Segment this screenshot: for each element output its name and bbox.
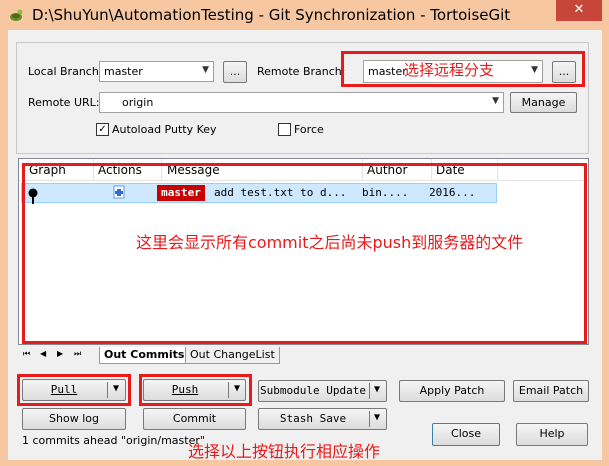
force-checkbox[interactable]	[278, 123, 291, 136]
autoload-putty-checkbox[interactable]: ✓	[96, 123, 109, 136]
chevron-down-icon[interactable]: ▼	[374, 412, 380, 423]
local-branch-label: Local Branch:	[28, 65, 103, 78]
dialog-client: Local Branch: master ▼ ... Remote Branch…	[8, 30, 602, 461]
remote-branch-label: Remote Branch:	[257, 65, 346, 78]
email-patch-button[interactable]: Email Patch	[513, 380, 589, 402]
chevron-down-icon: ▼	[492, 96, 499, 106]
local-branch-value: master	[104, 65, 143, 78]
chevron-down-icon: ▼	[202, 65, 209, 75]
push-highlight	[139, 374, 252, 406]
stash-save-button[interactable]: Stash Save ▼	[258, 408, 387, 430]
previous-tab-icon[interactable]: ◀	[40, 349, 46, 358]
tortoisegit-icon	[8, 7, 24, 23]
chevron-down-icon[interactable]: ▼	[374, 384, 380, 395]
submodule-update-button[interactable]: Submodule Update ▼	[258, 380, 387, 402]
commit-list-highlight	[22, 163, 587, 344]
close-icon: ✕	[573, 2, 585, 17]
window-title: D:\ShuYun\AutomationTesting - Git Synchr…	[32, 6, 511, 24]
remote-branch-annotation: 选择远程分支	[404, 61, 495, 79]
buttons-annotation: 选择以上按钮执行相应操作	[188, 442, 381, 461]
title-bar: D:\ShuYun\AutomationTesting - Git Synchr…	[0, 0, 609, 30]
window-close-button[interactable]: ✕	[556, 0, 602, 21]
app-window: D:\ShuYun\AutomationTesting - Git Synchr…	[0, 0, 609, 466]
local-branch-browse-button[interactable]: ...	[223, 61, 247, 83]
show-log-button[interactable]: Show log	[22, 408, 126, 430]
remote-url-label: Remote URL:	[28, 96, 100, 109]
apply-patch-button[interactable]: Apply Patch	[399, 380, 505, 402]
manage-button[interactable]: Manage	[510, 92, 577, 113]
remote-url-select[interactable]: origin ▼	[99, 92, 504, 113]
commit-button[interactable]: Commit	[143, 408, 246, 430]
remote-url-value: origin	[122, 96, 154, 109]
pull-highlight	[17, 374, 131, 406]
local-branch-select[interactable]: master ▼	[99, 61, 214, 82]
status-text: 1 commits ahead "origin/master"	[22, 434, 205, 447]
commit-tabs: ⏮ ◀ ▶ ⏭ Out Commits Out ChangeList	[20, 347, 590, 365]
close-button[interactable]: Close	[432, 423, 500, 446]
commit-list-annotation: 这里会显示所有commit之后尚未push到服务器的文件	[136, 233, 524, 252]
tab-out-changelist[interactable]: Out ChangeList	[185, 347, 280, 364]
force-label: Force	[294, 123, 324, 136]
autoload-putty-label: Autoload Putty Key	[112, 123, 217, 136]
tab-out-commits[interactable]: Out Commits	[99, 347, 190, 364]
next-tab-icon[interactable]: ▶	[57, 349, 63, 358]
help-button[interactable]: Help	[516, 423, 588, 446]
first-tab-icon[interactable]: ⏮	[23, 349, 30, 359]
last-tab-icon[interactable]: ⏭	[74, 349, 81, 359]
